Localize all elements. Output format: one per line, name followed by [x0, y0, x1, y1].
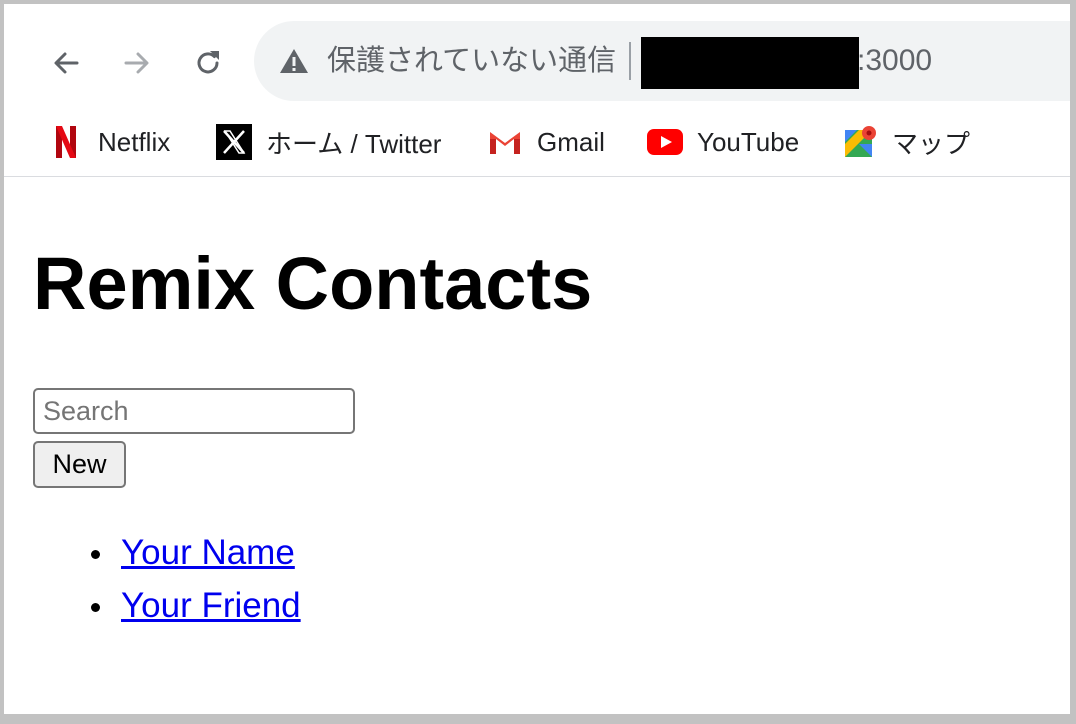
- bookmark-label: ホーム / Twitter: [266, 128, 442, 159]
- redacted-host: [641, 37, 859, 89]
- bookmark-label: マップ: [892, 128, 971, 159]
- bookmark-label: YouTube: [697, 126, 800, 157]
- bookmark-label: Netflix: [98, 126, 171, 157]
- netflix-icon: [48, 124, 84, 160]
- x-twitter-icon: [216, 124, 252, 160]
- back-button[interactable]: [41, 38, 91, 88]
- url-port[interactable]: :3000: [857, 42, 932, 80]
- bookmark-label: Gmail: [537, 126, 605, 157]
- security-status-text[interactable]: 保護されていない通信: [327, 42, 616, 80]
- reload-button[interactable]: [183, 38, 233, 88]
- warning-icon[interactable]: [278, 46, 310, 76]
- page-content: Remix Contacts New Your Name Your Friend: [4, 178, 1070, 714]
- new-contact-button[interactable]: New: [33, 441, 126, 488]
- bookmark-gmail[interactable]: Gmail: [487, 120, 605, 164]
- reload-icon: [197, 51, 219, 74]
- bullet-icon: [91, 550, 100, 559]
- address-divider: [629, 42, 631, 80]
- browser-toolbar: 保護されていない通信 :3000 Netflix ホーム / Twitter G…: [4, 4, 1070, 177]
- contact-link[interactable]: Your Friend: [121, 586, 301, 626]
- browser-window: 保護されていない通信 :3000 Netflix ホーム / Twitter G…: [0, 0, 1076, 724]
- google-maps-icon: [842, 124, 878, 160]
- bookmark-youtube[interactable]: YouTube: [647, 120, 799, 164]
- bookmark-netflix[interactable]: Netflix: [48, 120, 170, 164]
- page-title: Remix Contacts: [33, 242, 593, 325]
- search-input[interactable]: [33, 388, 355, 434]
- bookmark-twitter[interactable]: ホーム / Twitter: [216, 120, 441, 164]
- bullet-icon: [91, 603, 100, 612]
- bookmark-maps[interactable]: マップ: [842, 120, 970, 164]
- contact-list: Your Name Your Friend: [88, 526, 301, 632]
- list-item: Your Name: [88, 526, 301, 579]
- arrow-right-icon: [124, 52, 149, 74]
- forward-button[interactable]: [112, 38, 162, 88]
- arrow-left-icon: [54, 52, 79, 74]
- contact-link[interactable]: Your Name: [121, 533, 295, 573]
- list-item: Your Friend: [88, 579, 301, 632]
- gmail-icon: [487, 124, 523, 160]
- youtube-icon: [647, 124, 683, 160]
